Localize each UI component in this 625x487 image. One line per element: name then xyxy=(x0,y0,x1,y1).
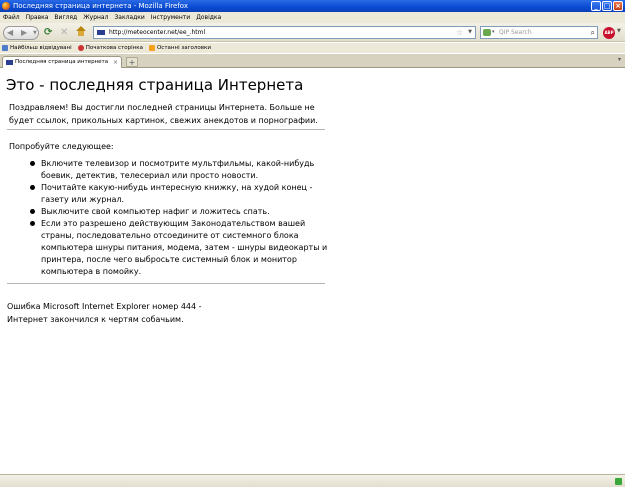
menu-bookmarks[interactable]: Закладки xyxy=(111,12,147,23)
divider xyxy=(7,283,325,284)
bullet-icon xyxy=(30,161,35,166)
tab-label: Последняя страница интернета xyxy=(15,59,109,65)
window-title: Последняя страница интернета - Mozilla F… xyxy=(13,2,188,10)
list-item: Если это разрешено действующим Законодат… xyxy=(30,218,331,278)
folder-icon xyxy=(2,45,8,51)
bookmark-latest-headlines[interactable]: Останні заголовки xyxy=(148,43,211,53)
new-tab-button[interactable]: + xyxy=(126,57,138,67)
menu-view[interactable]: Вигляд xyxy=(51,12,80,23)
suggestions-heading: Попробуйте следующее: xyxy=(9,142,114,151)
firefox-icon xyxy=(2,2,10,10)
list-item-text: Выключите свой компьютер нафиг и ложитес… xyxy=(41,207,270,216)
tab-favicon-icon xyxy=(6,60,13,65)
tab-list-icon[interactable]: ▾ xyxy=(618,56,621,63)
suggestions-list: Включите телевизор и посмотрите мультфил… xyxy=(30,158,331,278)
bullet-icon xyxy=(30,221,35,226)
firefox-page-icon xyxy=(77,45,84,51)
history-dropdown-icon[interactable]: ▼ xyxy=(33,27,37,39)
bookmark-label: Останні заголовки xyxy=(156,45,211,51)
intro-paragraph: Поздравляем! Вы достигли последней стран… xyxy=(9,103,318,125)
error-line: Ошибка Microsoft Internet Explorer номер… xyxy=(7,302,202,311)
window-controls: _ □ × xyxy=(591,1,623,11)
rss-feed-icon xyxy=(148,45,155,51)
site-favicon-icon xyxy=(97,30,105,35)
forward-arrow-icon[interactable]: ▶ xyxy=(21,27,27,39)
stop-icon[interactable]: ✕ xyxy=(60,27,68,38)
close-button[interactable]: × xyxy=(613,1,623,11)
home-icon[interactable] xyxy=(76,26,86,36)
list-item: Почитайте какую-нибудь интересную книжку… xyxy=(30,182,331,206)
navigation-toolbar: ◀ ▶ ▼ ⟳ ✕ ☆ ▼ ▾ ⌕ ABP ▼ xyxy=(0,23,625,42)
tab-active[interactable]: Последняя страница интернета × xyxy=(2,56,122,68)
menu-history[interactable]: Журнал xyxy=(80,12,111,23)
search-icon[interactable]: ⌕ xyxy=(591,27,595,38)
bullet-icon xyxy=(30,209,35,214)
error-message: Ошибка Microsoft Internet Explorer номер… xyxy=(7,300,337,326)
url-dropdown-icon[interactable]: ▼ xyxy=(468,27,472,38)
tab-close-icon[interactable]: × xyxy=(113,57,118,68)
status-bar xyxy=(0,474,625,487)
error-line: Интернет закончился к чертям собачьим. xyxy=(7,315,184,324)
back-arrow-icon[interactable]: ◀ xyxy=(7,27,13,39)
search-engine-dropdown-icon[interactable]: ▾ xyxy=(492,27,495,38)
minimize-button[interactable]: _ xyxy=(591,1,601,11)
adblock-dropdown-icon[interactable]: ▼ xyxy=(617,28,621,34)
list-item-text: Включите телевизор и посмотрите мультфил… xyxy=(41,159,315,180)
list-item-text: Почитайте какую-нибудь интересную книжку… xyxy=(41,183,313,204)
url-input[interactable] xyxy=(109,27,409,38)
menu-file[interactable]: Файл xyxy=(0,12,23,23)
status-indicator-icon xyxy=(615,478,622,485)
bookmark-star-icon[interactable]: ☆ xyxy=(456,27,463,38)
tab-strip: Последняя страница интернета × + ▾ xyxy=(0,54,625,68)
menu-tools[interactable]: Інструменти xyxy=(148,12,193,23)
search-bar: ▾ ⌕ xyxy=(480,26,598,39)
menu-edit[interactable]: Правка xyxy=(23,12,52,23)
bookmark-most-visited[interactable]: Найбільш відвідувані xyxy=(2,43,72,53)
list-item: Включите телевизор и посмотрите мультфил… xyxy=(30,158,331,182)
divider xyxy=(7,129,325,130)
bookmark-label: Початкова сторінка xyxy=(85,45,143,51)
menu-help[interactable]: Довідка xyxy=(193,12,224,23)
list-item-text: Если это разрешено действующим Законодат… xyxy=(41,219,328,276)
maximize-button[interactable]: □ xyxy=(602,1,612,11)
page-content: Это - последняя страница Интернета Поздр… xyxy=(0,69,625,474)
search-engine-icon[interactable] xyxy=(483,29,491,36)
menu-bar: Файл Правка Вигляд Журнал Закладки Інстр… xyxy=(0,12,625,23)
bookmarks-toolbar: Найбільш відвідувані Початкова сторінка … xyxy=(0,43,625,53)
url-bar: ☆ ▼ xyxy=(93,26,476,39)
back-forward-group: ◀ ▶ ▼ xyxy=(3,26,39,40)
page-title: Это - последняя страница Интернета xyxy=(6,76,304,94)
window-title-bar[interactable]: Последняя страница интернета - Mozilla F… xyxy=(0,0,625,12)
bullet-icon xyxy=(30,185,35,190)
bookmark-label: Найбільш відвідувані xyxy=(10,45,72,51)
reload-icon[interactable]: ⟳ xyxy=(44,27,52,38)
bookmark-start-page[interactable]: Початкова сторінка xyxy=(77,43,143,53)
search-input[interactable] xyxy=(499,27,579,38)
adblock-icon[interactable]: ABP xyxy=(603,27,615,39)
list-item: Выключите свой компьютер нафиг и ложитес… xyxy=(30,206,331,218)
